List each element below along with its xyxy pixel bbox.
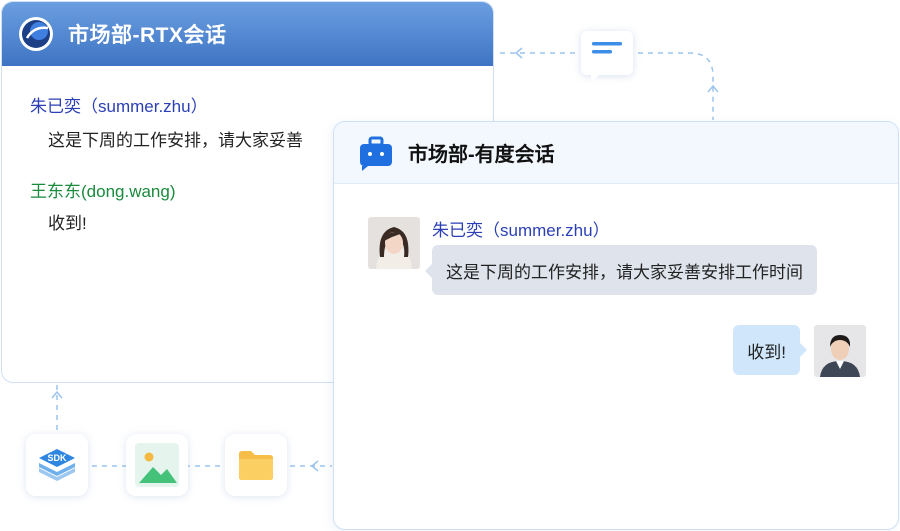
incoming-message-bubble: 这是下周的工作安排，请大家妥善安排工作时间 bbox=[425, 245, 817, 295]
rtx-window-header: 市场部-RTX会话 bbox=[2, 2, 493, 66]
message-lines-icon bbox=[592, 42, 622, 54]
rtx-message-text: 这是下周的工作安排，请大家妥善 bbox=[48, 131, 303, 150]
youdu-sender-name: 朱已奕（summer.zhu） bbox=[432, 221, 610, 240]
folder-tile bbox=[225, 434, 287, 496]
avatar-female bbox=[368, 217, 420, 269]
folder-icon bbox=[239, 451, 273, 480]
message-sync-icon bbox=[581, 31, 633, 83]
outgoing-message-bubble: 收到! bbox=[733, 325, 807, 375]
image-icon bbox=[135, 443, 179, 487]
sdk-icon: SDK bbox=[39, 449, 75, 481]
briefcase-logo-icon bbox=[360, 136, 392, 171]
rtx-logo-icon bbox=[19, 17, 53, 51]
avatar-male bbox=[814, 325, 866, 377]
image-tile bbox=[126, 434, 188, 496]
youdu-window-header: 市场部-有度会话 bbox=[334, 122, 898, 184]
sdk-tile: SDK bbox=[26, 434, 88, 496]
sdk-label: SDK bbox=[47, 453, 67, 463]
youdu-window-title: 市场部-有度会话 bbox=[408, 144, 555, 166]
rtx-window-title: 市场部-RTX会话 bbox=[68, 24, 227, 47]
rtx-sender-name: 王东东(dong.wang) bbox=[30, 182, 176, 201]
youdu-chat-window: 市场部-有度会话 朱已奕（summer.zhu） 这是下周的工作安排，请大家妥善… bbox=[333, 121, 899, 530]
rtx-sender-name: 朱已奕（summer.zhu） bbox=[30, 97, 208, 116]
rtx-message-text: 收到! bbox=[48, 214, 87, 233]
